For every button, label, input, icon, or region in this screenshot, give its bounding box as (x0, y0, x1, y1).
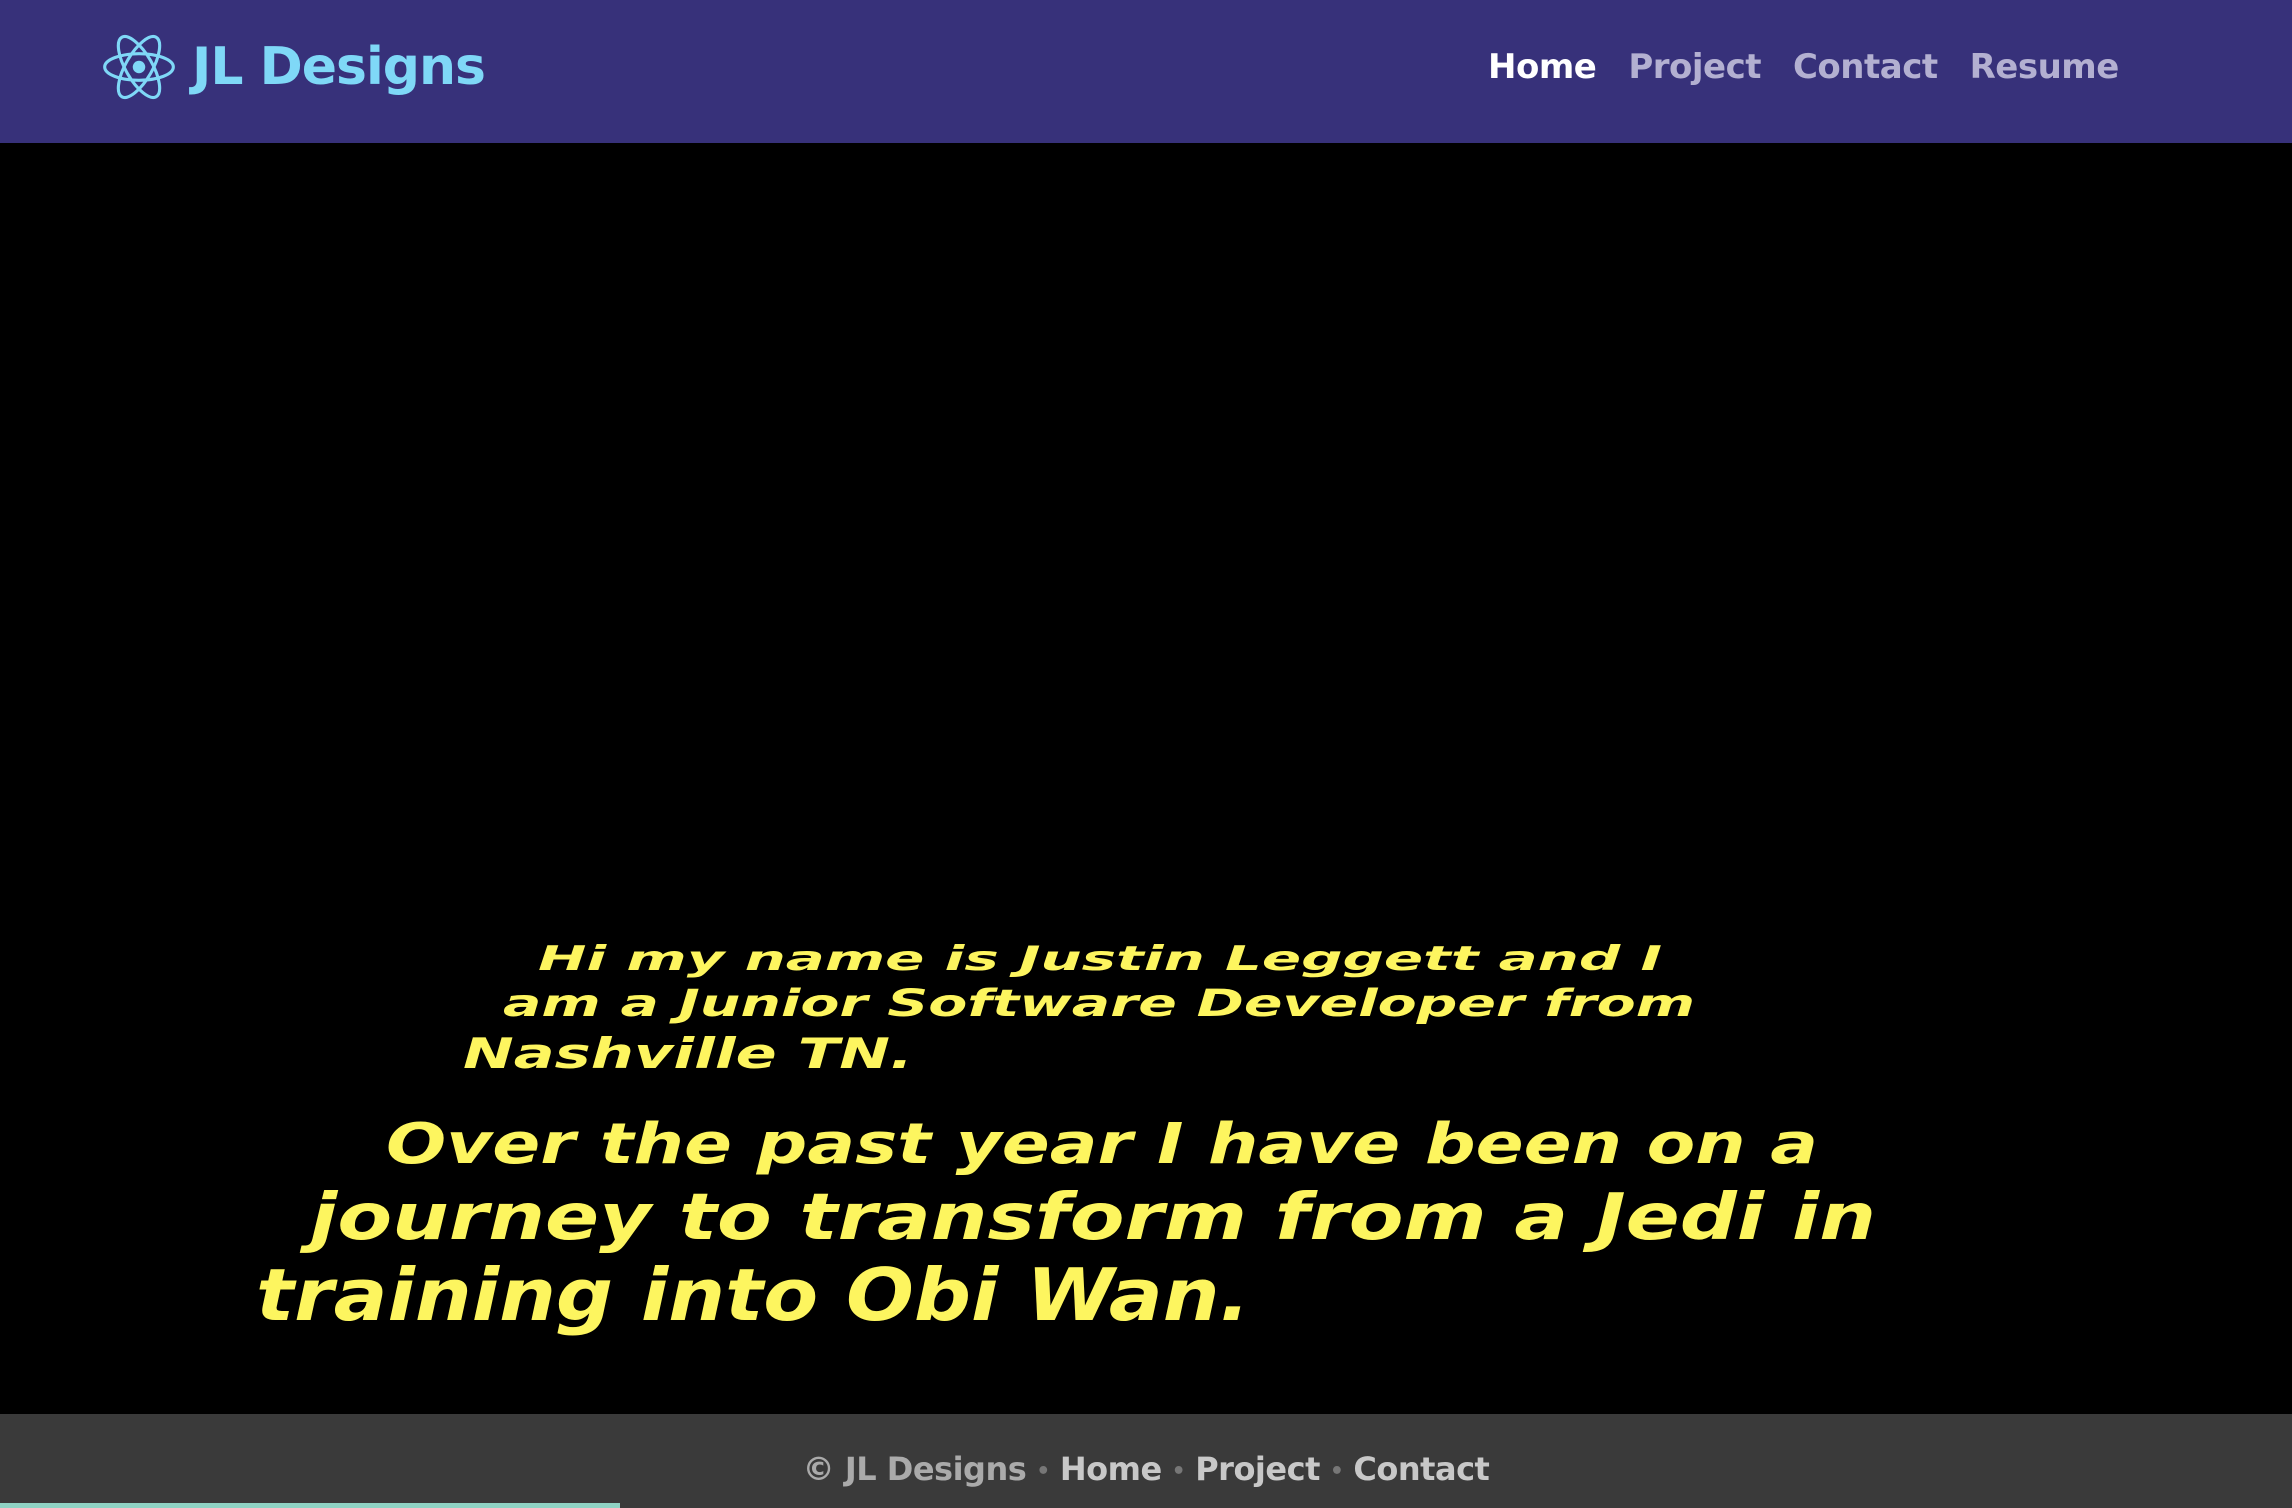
crawl-line: Nashville TN. (463, 1029, 913, 1078)
footer-link-home[interactable]: Home (1060, 1450, 1162, 1488)
crawl-line: am a Junior Software Developer from (503, 982, 1695, 1025)
footer-accent-bar (0, 1503, 620, 1508)
footer-separator: • (1329, 1458, 1344, 1484)
footer-link-project[interactable]: Project (1195, 1450, 1320, 1488)
react-atom-icon (103, 34, 175, 100)
footer-link-contact[interactable]: Contact (1353, 1450, 1489, 1488)
crawl-line: Hi my name is Justin Leggett and I (538, 939, 1662, 979)
brand[interactable]: JL Designs (100, 28, 486, 106)
footer-copyright: © JL Designs (802, 1450, 1027, 1488)
crawl-text-canvas: Hi my name is Justin Leggett and I am a … (256, 939, 1876, 1337)
footer-separator: • (1036, 1458, 1050, 1484)
crawl-line: journey to transform from a Jedi in (299, 1181, 1876, 1255)
footer-links: © JL Designs • Home • Project • Contact (0, 1450, 2292, 1488)
navbar: JL Designs Home Project Contact Resume (0, 0, 2292, 143)
footer: © JL Designs • Home • Project • Contact (0, 1414, 2292, 1508)
brand-name[interactable]: JL Designs (192, 37, 486, 97)
intro-crawl: Hi my name is Justin Leggett and I am a … (0, 143, 2292, 1414)
crawl-line: Over the past year I have been on a (386, 1112, 1818, 1177)
nav-link-resume[interactable]: Resume (1970, 38, 2120, 96)
crawl-line: training into Obi Wan. (256, 1253, 1250, 1337)
main-nav: Home Project Contact Resume (1488, 38, 2119, 96)
nav-link-contact[interactable]: Contact (1793, 38, 1938, 96)
nav-link-project[interactable]: Project (1628, 38, 1761, 96)
intro-crawl-area: Hi my name is Justin Leggett and I am a … (0, 143, 2292, 1414)
footer-separator: • (1171, 1458, 1186, 1484)
nav-link-home[interactable]: Home (1488, 38, 1597, 96)
